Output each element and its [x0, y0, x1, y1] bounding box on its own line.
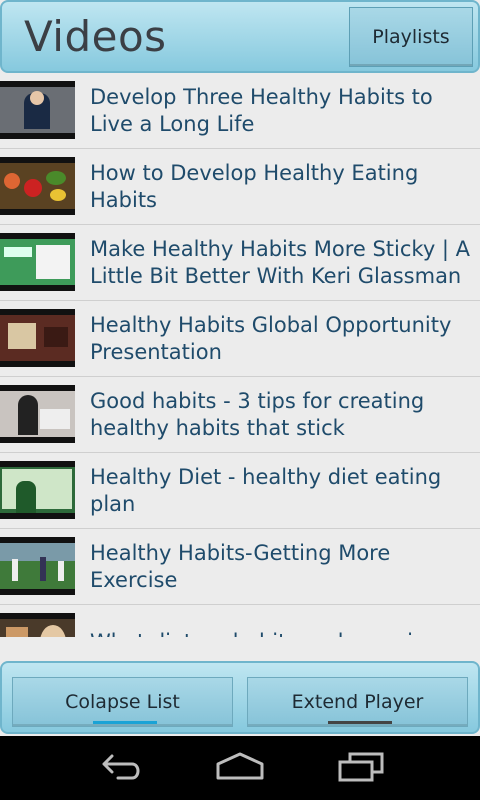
video-title: Healthy Diet - healthy diet eating plan	[90, 464, 442, 516]
video-thumbnail	[0, 461, 75, 519]
collapse-list-button[interactable]: Colapse List	[12, 677, 233, 727]
video-title: Healthy Habits-Getting More Exercise	[90, 540, 391, 592]
list-item[interactable]: What dietary habits and exercise	[0, 605, 480, 637]
collapse-indicator	[93, 721, 157, 724]
list-item[interactable]: Healthy Habits-Getting More Exercise	[0, 529, 480, 605]
video-thumbnail	[0, 157, 75, 215]
app-header: Videos Playlists	[0, 0, 480, 73]
extend-player-button[interactable]: Extend Player	[247, 677, 468, 727]
list-item[interactable]: Good habits - 3 tips for creating health…	[0, 377, 480, 453]
video-thumbnail	[0, 537, 75, 595]
video-title: Make Healthy Habits More Sticky | A Litt…	[90, 236, 471, 288]
video-list[interactable]: Develop Three Healthy Habits to Live a L…	[0, 73, 480, 637]
collapse-list-label: Colapse List	[65, 691, 180, 713]
video-thumbnail	[0, 81, 75, 139]
video-thumbnail	[0, 309, 75, 367]
list-item[interactable]: Make Healthy Habits More Sticky | A Litt…	[0, 225, 480, 301]
video-thumbnail	[0, 385, 75, 443]
video-title: Develop Three Healthy Habits to Live a L…	[90, 84, 433, 136]
video-thumbnail	[0, 233, 75, 291]
video-thumbnail	[0, 613, 75, 637]
list-item[interactable]: How to Develop Healthy Eating Habits	[0, 149, 480, 225]
video-title: How to Develop Healthy Eating Habits	[90, 160, 419, 212]
bottom-toolbar: Colapse List Extend Player	[0, 661, 480, 734]
back-icon[interactable]	[96, 750, 144, 784]
list-item[interactable]: Healthy Habits Global Opportunity Presen…	[0, 301, 480, 377]
system-navbar	[0, 736, 480, 800]
home-icon[interactable]	[214, 750, 266, 784]
playlists-button[interactable]: Playlists	[349, 7, 473, 67]
extend-player-label: Extend Player	[291, 691, 424, 713]
list-item[interactable]: Develop Three Healthy Habits to Live a L…	[0, 73, 480, 149]
video-title: What dietary habits and exercise	[90, 605, 476, 637]
video-title: Good habits - 3 tips for creating health…	[90, 388, 425, 440]
recent-apps-icon[interactable]	[336, 750, 386, 784]
extend-indicator	[328, 721, 392, 724]
list-item[interactable]: Healthy Diet - healthy diet eating plan	[0, 453, 480, 529]
video-title: Healthy Habits Global Opportunity Presen…	[90, 312, 452, 364]
page-title: Videos	[24, 12, 167, 61]
